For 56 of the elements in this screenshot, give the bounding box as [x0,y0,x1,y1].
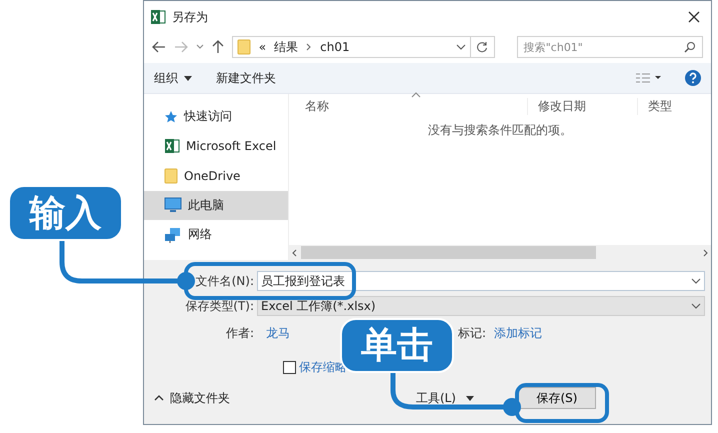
column-header[interactable]: 类型 [637,98,711,114]
view-options-icon[interactable] [635,72,661,84]
sidebar-item[interactable]: OneDrive [144,161,288,190]
dropdown-caret-icon [691,278,701,284]
scroll-left-icon[interactable] [291,248,297,256]
scroll-right-icon[interactable] [703,248,709,256]
close-icon[interactable] [687,10,701,24]
tags-link[interactable]: 添加标记 [494,324,542,342]
scrollbar-thumb[interactable] [301,246,596,259]
breadcrumb[interactable]: 结果 [274,38,298,56]
dropdown-caret-icon [691,303,701,309]
column-header[interactable]: 名称 [289,98,527,114]
refresh-button[interactable] [470,36,495,58]
dropdown-caret-icon[interactable] [456,44,466,50]
tools-menu[interactable]: 工具(L) [416,390,456,406]
window-title: 另存为 [172,8,209,26]
sidebar-item[interactable]: 快速访问 [144,102,288,132]
address-bar[interactable]: « 结果 ch01 [232,36,471,58]
filename-field[interactable]: 员工报到登记表 [257,271,705,291]
collapse-caret-icon[interactable] [154,395,164,401]
field-label: 标记: [458,324,486,342]
field-label: 文件名(N): [194,272,254,290]
up-arrow-icon[interactable] [212,40,224,54]
back-arrow-icon[interactable] [152,41,166,53]
sidebar-item[interactable]: 网络 [144,220,288,250]
column-header[interactable]: 修改日期 [527,98,637,114]
spreadsheet-icon [164,138,180,154]
folder-icon [164,168,178,184]
sidebar-item[interactable]: Microsoft Excel [144,132,288,161]
organize-menu[interactable]: 组织 [154,70,178,86]
dropdown-caret-icon[interactable] [184,76,192,80]
path-overflow[interactable]: « [258,40,266,54]
help-icon[interactable] [685,70,701,86]
folder-icon [236,39,251,55]
new-folder-button[interactable]: 新建文件夹 [216,70,276,86]
spreadsheet-icon [150,9,166,25]
computer-icon [164,197,182,214]
breadcrumb[interactable]: ch01 [320,40,350,54]
search-icon [684,41,696,53]
search-field[interactable]: 搜索"ch01" [516,36,703,58]
sidebar-item[interactable]: 此电脑 [144,190,288,220]
dropdown-caret-icon[interactable] [466,396,474,400]
sort-caret-icon [411,92,421,98]
empty-message: 没有与搜索条件匹配的项。 [427,122,573,139]
refresh-icon [476,41,488,53]
file-type-dropdown[interactable]: Excel 工作簿(*.xlsx) [257,296,705,316]
chevron-icon [306,43,312,51]
star-icon [164,110,178,124]
field-label: 作者: [224,324,254,342]
hide-folders-button[interactable]: 隐藏文件夹 [170,390,230,406]
callout-bubble: 输入 [8,185,123,241]
field-label: 保存类型(T): [184,298,254,314]
author-link[interactable]: 龙马 [266,324,290,342]
network-icon [164,226,182,243]
checkbox[interactable] [283,361,296,374]
save-button[interactable]: 保存(S) [518,387,596,409]
